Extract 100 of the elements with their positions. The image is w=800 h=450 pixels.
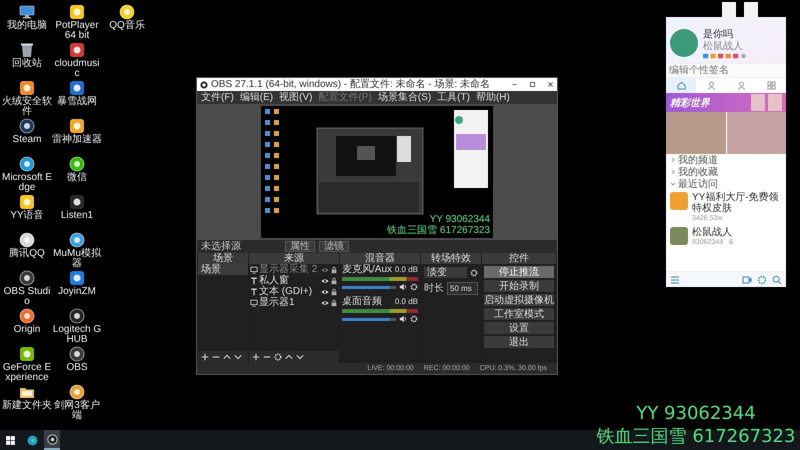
- menu-item[interactable]: 视图(V): [279, 92, 312, 104]
- toolbar-button[interactable]: 滤镜: [319, 241, 349, 252]
- minimize-icon[interactable]: [511, 81, 518, 88]
- add-icon[interactable]: [201, 353, 209, 361]
- app-icon[interactable]: [69, 232, 85, 248]
- move-down-icon[interactable]: [296, 353, 304, 361]
- app-icon[interactable]: [19, 194, 35, 210]
- text-source-icon: [250, 288, 258, 296]
- menu-item[interactable]: 场景集合(S): [378, 92, 432, 104]
- move-up-icon[interactable]: [223, 353, 231, 361]
- icon-label: 微信: [67, 173, 87, 183]
- app-icon[interactable]: [69, 270, 85, 286]
- menu-item[interactable]: 工具(T): [437, 92, 470, 104]
- icon-label: cloudmusic: [53, 59, 101, 79]
- app-icon[interactable]: [19, 270, 35, 286]
- icon-label: Microsoft Edge: [2, 173, 52, 193]
- app-icon[interactable]: [69, 194, 85, 210]
- duration-field[interactable]: 50 ms: [447, 282, 478, 295]
- app-icon: [46, 434, 58, 444]
- app-icon[interactable]: [69, 156, 85, 172]
- section-label: 我的收藏: [678, 166, 718, 178]
- control-button[interactable]: 设置: [484, 322, 554, 334]
- control-button[interactable]: 工作室模式: [484, 308, 554, 320]
- section-header[interactable]: 我的频道: [666, 154, 786, 166]
- taskbar-button[interactable]: [44, 430, 60, 450]
- channel-name: 桌面音频: [342, 297, 382, 307]
- icon-label: QQ音乐: [109, 21, 145, 31]
- eye-icon[interactable]: [321, 288, 329, 296]
- app-icon[interactable]: [19, 232, 35, 248]
- section-header[interactable]: 最近访问: [666, 178, 786, 190]
- section-header[interactable]: 我的收藏: [666, 166, 786, 178]
- user-name: 是你吗: [703, 29, 734, 40]
- volume-slider[interactable]: [342, 318, 396, 320]
- app-icon[interactable]: [19, 308, 35, 324]
- recent-title: 松鼠战人: [692, 227, 733, 238]
- volume-slider[interactable]: [342, 286, 396, 288]
- control-button[interactable]: 退出: [484, 336, 554, 348]
- source-item[interactable]: 显示器采集 2: [259, 264, 320, 275]
- browser-icon: [26, 434, 38, 446]
- channel-name: 麦克风/Aux: [342, 265, 392, 275]
- app-icon[interactable]: [19, 346, 35, 362]
- control-button[interactable]: 启动虚拟摄像机: [484, 294, 554, 306]
- dock-title: 转场特效: [421, 253, 481, 264]
- app-icon[interactable]: [69, 384, 85, 400]
- video-icon[interactable]: [742, 274, 752, 284]
- window-edge: [722, 2, 736, 17]
- channel-thumbnail: [670, 227, 688, 245]
- app-icon[interactable]: [69, 346, 85, 362]
- overlay-text: 铁血三国雪 617267323: [387, 225, 490, 236]
- icon-label: JoyinZM: [58, 287, 96, 297]
- menu-icon[interactable]: [670, 274, 680, 284]
- menu-item[interactable]: 帮助(H): [476, 92, 510, 104]
- app-icon[interactable]: [69, 308, 85, 324]
- settings-icon[interactable]: [274, 353, 282, 361]
- lock-icon[interactable]: [330, 288, 338, 296]
- app-icon[interactable]: [69, 42, 85, 58]
- computer-icon[interactable]: [19, 4, 35, 20]
- duration-label: 时长: [424, 283, 444, 294]
- lock-icon[interactable]: [330, 276, 338, 284]
- app-icon[interactable]: [69, 118, 85, 134]
- eye-icon[interactable]: [321, 298, 329, 306]
- menu-item[interactable]: 编辑(E): [240, 92, 274, 104]
- maximize-icon[interactable]: [529, 81, 536, 88]
- promo-banner[interactable]: 精彩世界: [666, 93, 786, 112]
- lock-icon[interactable]: [330, 298, 338, 306]
- home-tab[interactable]: [666, 78, 696, 93]
- home-icon: [676, 81, 686, 90]
- app-icon[interactable]: [119, 4, 135, 20]
- lock-icon[interactable]: [330, 266, 338, 274]
- app-icon[interactable]: [19, 118, 35, 134]
- app-icon[interactable]: [19, 156, 35, 172]
- menu-item[interactable]: 文件(F): [201, 92, 234, 104]
- avatar[interactable]: [670, 29, 698, 57]
- app-icon[interactable]: [69, 80, 85, 96]
- icon-label: 暴雪战网: [57, 97, 97, 107]
- source-item[interactable]: 文本 (GDI+): [259, 286, 320, 297]
- close-icon[interactable]: [547, 81, 554, 88]
- move-up-icon[interactable]: [285, 353, 293, 361]
- source-item[interactable]: 显示器1: [259, 297, 320, 308]
- search-icon[interactable]: [772, 274, 782, 284]
- transition-select[interactable]: 淡变: [424, 267, 467, 278]
- toolbar-button[interactable]: 属性: [285, 241, 315, 252]
- app-icon[interactable]: [19, 80, 35, 96]
- control-button[interactable]: 停止推流: [484, 266, 554, 278]
- add-icon[interactable]: [252, 353, 260, 361]
- signature-field[interactable]: 编辑个性签名: [666, 63, 786, 78]
- dock-title: 来源: [249, 253, 339, 264]
- recycle-bin-icon[interactable]: [19, 42, 35, 58]
- source-item[interactable]: 私人窗: [259, 275, 320, 286]
- icon-label: PotPlayer 64 bit: [54, 21, 100, 41]
- dock-title: 控件: [482, 253, 556, 264]
- app-icon[interactable]: [69, 4, 85, 20]
- icon-label: OBS: [66, 363, 88, 373]
- eye-icon[interactable]: [321, 276, 329, 284]
- scene-item[interactable]: 场景: [198, 264, 248, 275]
- speaker-icon[interactable]: [399, 315, 407, 323]
- speaker-icon[interactable]: [399, 283, 407, 291]
- move-down-icon[interactable]: [234, 353, 242, 361]
- windows-logo-icon: [4, 434, 16, 446]
- control-button[interactable]: 开始录制: [484, 280, 554, 292]
